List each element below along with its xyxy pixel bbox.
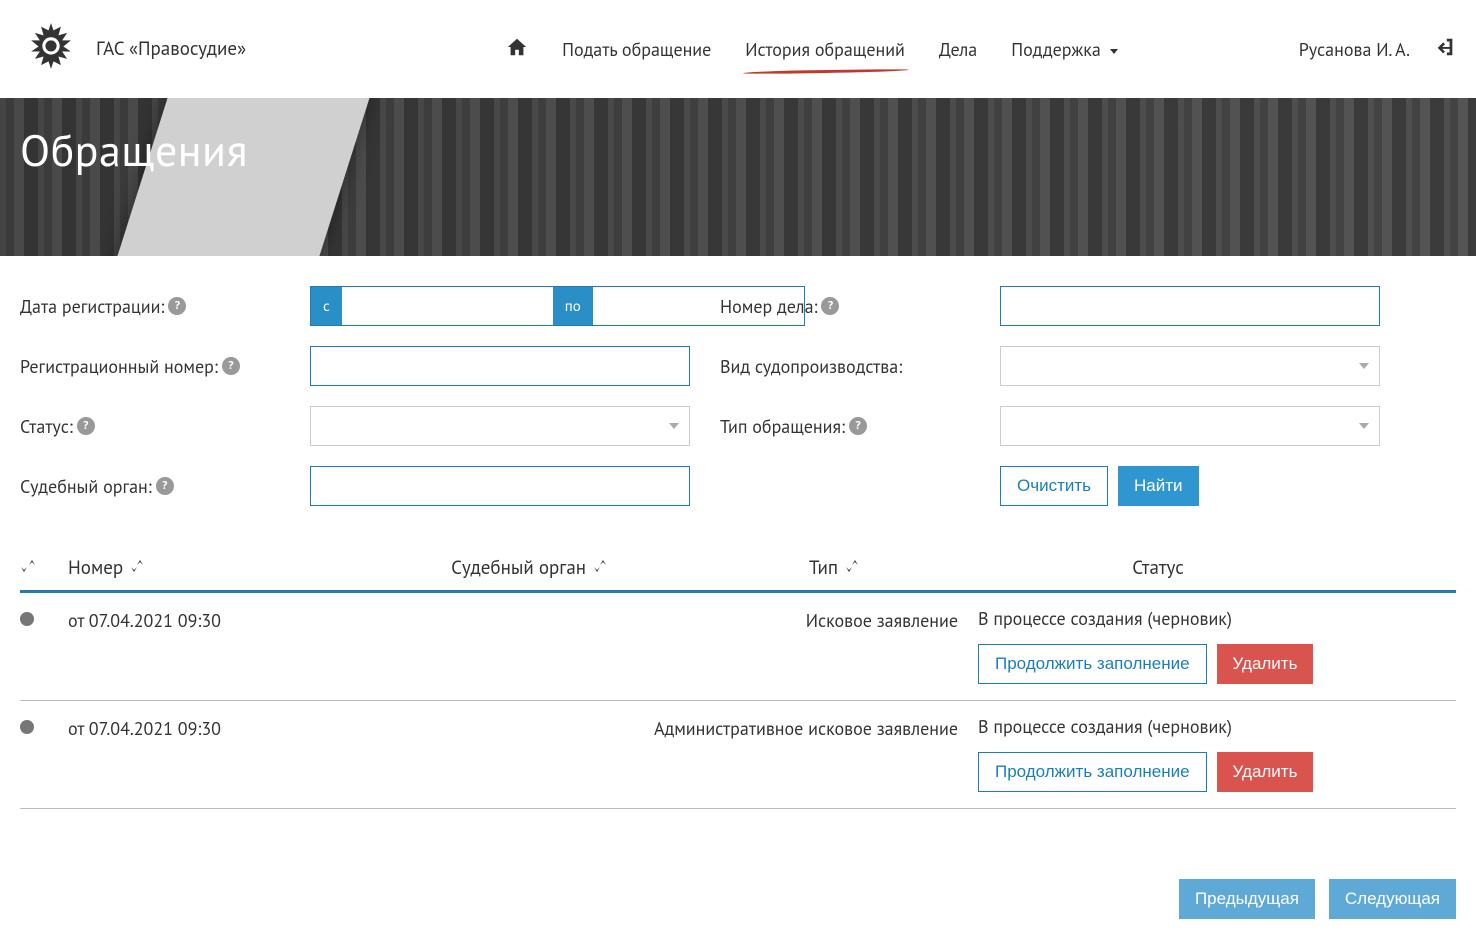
filter-label-court: Судебный орган: [20, 475, 152, 498]
th-type: Тип [809, 556, 838, 580]
help-icon[interactable]: ? [821, 297, 839, 315]
help-icon[interactable]: ? [849, 417, 867, 435]
filter-label-reg-number: Регистрационный номер: [20, 355, 218, 378]
help-icon[interactable]: ? [156, 477, 174, 495]
brand-block: ГАС «Правосудие» [20, 18, 246, 80]
table-row: от 07.04.2021 09:30 Административное иск… [20, 701, 1456, 809]
filter-label-status: Статус: [20, 415, 73, 438]
status-dot-icon [20, 612, 34, 626]
sort-icon[interactable] [20, 556, 36, 580]
results-table: Номер Судебный орган Тип Статус от 07.04… [0, 536, 1476, 839]
help-icon[interactable]: ? [77, 417, 95, 435]
chevron-down-icon [1359, 423, 1369, 429]
help-icon[interactable]: ? [168, 297, 186, 315]
home-icon [506, 36, 528, 58]
th-number: Номер [68, 556, 123, 580]
status-dot-icon [20, 720, 34, 734]
appeal-type-select[interactable] [1000, 406, 1380, 446]
nav-home[interactable] [506, 36, 528, 63]
sort-icon[interactable] [129, 556, 145, 580]
coat-of-arms-icon [20, 18, 82, 80]
th-status: Статус [1132, 556, 1184, 580]
help-icon[interactable]: ? [222, 357, 240, 375]
delete-button[interactable]: Удалить [1217, 644, 1314, 684]
date-to-tag: по [553, 287, 593, 325]
user-area: Русанова И. А. [1299, 36, 1456, 63]
sort-icon[interactable] [844, 556, 860, 580]
date-from-tag: с [311, 287, 342, 325]
case-number-input[interactable] [1000, 286, 1380, 326]
app-header: ГАС «Правосудие» Подать обращение Истори… [0, 0, 1476, 98]
reg-number-input[interactable] [310, 346, 690, 386]
court-input[interactable] [310, 466, 690, 506]
status-select[interactable] [310, 406, 690, 446]
prev-page-button[interactable]: Предыдущая [1179, 879, 1315, 919]
nav-history[interactable]: История обращений [745, 38, 905, 61]
th-court: Судебный орган [451, 556, 586, 580]
page-title: Обращения [0, 98, 1476, 179]
main-nav: Подать обращение История обращений Дела … [506, 36, 1117, 63]
next-page-button[interactable]: Следующая [1329, 879, 1456, 919]
nav-support[interactable]: Поддержка [1011, 38, 1117, 61]
brand-title: ГАС «Правосудие» [96, 37, 246, 61]
chevron-down-icon [1359, 363, 1369, 369]
table-header: Номер Судебный орган Тип Статус [20, 546, 1456, 593]
proc-type-select[interactable] [1000, 346, 1380, 386]
cell-date: от 07.04.2021 09:30 [68, 715, 338, 740]
cell-date: от 07.04.2021 09:30 [68, 607, 338, 632]
nav-support-label: Поддержка [1011, 38, 1101, 61]
find-button[interactable]: Найти [1118, 466, 1199, 506]
sort-icon[interactable] [592, 556, 608, 580]
filter-label-case-number: Номер дела: [720, 295, 817, 318]
page-hero: Обращения [0, 98, 1476, 256]
filter-label-date: Дата регистрации: [20, 295, 164, 318]
cell-type: Исковое заявление [598, 607, 978, 632]
cell-status: В процессе создания (черновик) [978, 607, 1456, 630]
chevron-down-icon [1110, 49, 1118, 54]
clear-button[interactable]: Очистить [1000, 466, 1108, 506]
date-from-input[interactable] [342, 287, 553, 325]
cell-type: Административное исковое заявление [598, 715, 978, 740]
logout-button[interactable] [1434, 36, 1456, 63]
nav-cases[interactable]: Дела [939, 38, 977, 61]
filter-label-proc-type: Вид судопроизводства: [720, 355, 902, 378]
logout-icon [1434, 36, 1456, 58]
user-name[interactable]: Русанова И. А. [1299, 38, 1410, 61]
nav-submit[interactable]: Подать обращение [562, 38, 711, 61]
continue-button[interactable]: Продолжить заполнение [978, 644, 1207, 684]
filter-form: Дата регистрации: ? с по Номер дела: ? Р… [0, 256, 1476, 536]
delete-button[interactable]: Удалить [1217, 752, 1314, 792]
table-row: от 07.04.2021 09:30 Исковое заявление В … [20, 593, 1456, 701]
pagination: Предыдущая Следующая [0, 839, 1476, 949]
filter-label-appeal-type: Тип обращения: [720, 415, 845, 438]
chevron-down-icon [669, 423, 679, 429]
cell-status: В процессе создания (черновик) [978, 715, 1456, 738]
continue-button[interactable]: Продолжить заполнение [978, 752, 1207, 792]
